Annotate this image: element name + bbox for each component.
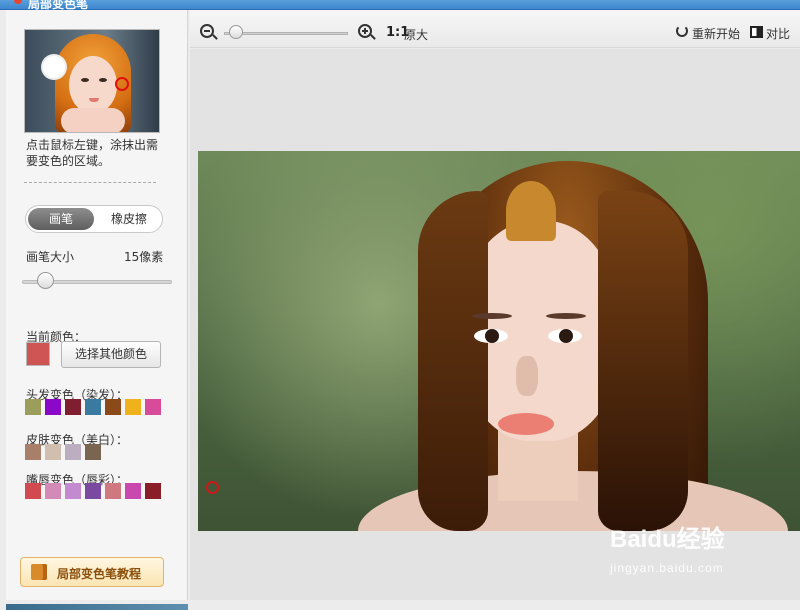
book-icon <box>31 564 47 580</box>
zoom-slider-handle[interactable] <box>229 25 244 39</box>
color-swatch[interactable] <box>105 483 121 499</box>
color-swatch[interactable] <box>105 399 121 415</box>
lips-region <box>498 413 554 435</box>
canvas-area[interactable]: Baidu经验 jingyan.baidu.com <box>190 49 800 600</box>
color-swatch[interactable] <box>85 444 101 460</box>
color-swatch[interactable] <box>65 399 81 415</box>
eraser-tool-button[interactable]: 橡皮擦 <box>96 208 162 230</box>
current-color-swatch <box>26 342 50 366</box>
watermark-logo: Baidu经验 <box>610 526 725 553</box>
photo-canvas[interactable] <box>198 151 800 531</box>
color-swatch[interactable] <box>145 483 161 499</box>
tutorial-label: 局部变色笔教程 <box>57 567 142 581</box>
zoom-in-icon[interactable] <box>358 24 372 38</box>
instruction-text: 点击鼠标左键，涂抹出需要变色的区域。 <box>26 138 159 168</box>
color-swatch[interactable] <box>45 399 61 415</box>
viewport-marker[interactable] <box>115 77 129 91</box>
app-icon <box>14 0 22 4</box>
brush-tool-button[interactable]: 画笔 <box>28 208 94 230</box>
color-swatch[interactable] <box>25 444 41 460</box>
color-swatch[interactable] <box>125 483 141 499</box>
taskbar-strip <box>6 604 188 610</box>
color-swatch[interactable] <box>145 399 161 415</box>
tool-toggle: 画笔 橡皮擦 <box>25 205 163 233</box>
divider <box>24 182 156 183</box>
compare-icon[interactable] <box>750 26 763 38</box>
hair-swatches <box>25 399 161 415</box>
brush-cursor <box>206 481 219 494</box>
zoom-out-icon[interactable] <box>200 24 214 38</box>
tutorial-button[interactable]: 局部变色笔教程 <box>20 557 164 587</box>
watermark-url: jingyan.baidu.com <box>610 561 724 575</box>
actual-size-label[interactable]: 原大 <box>404 26 428 43</box>
color-swatch[interactable] <box>85 483 101 499</box>
flower-icon <box>43 56 65 78</box>
sidebar: 点击鼠标左键，涂抹出需要变色的区域。 画笔 橡皮擦 画笔大小 15像素 当前颜色… <box>6 10 188 610</box>
brush-size-label: 画笔大小 <box>26 250 75 264</box>
restart-button[interactable]: 重新开始 <box>692 25 740 42</box>
title-bar: 局部变色笔 <box>0 0 800 11</box>
brush-size-slider-handle[interactable] <box>36 272 54 289</box>
lip-swatches <box>25 483 161 499</box>
color-swatch[interactable] <box>125 399 141 415</box>
color-swatch[interactable] <box>25 483 41 499</box>
brush-size-value: 15像素 <box>124 250 164 264</box>
color-swatch[interactable] <box>25 399 41 415</box>
color-swatch[interactable] <box>45 444 61 460</box>
choose-color-button[interactable]: 选择其他颜色 <box>61 341 161 368</box>
preview-thumbnail[interactable] <box>24 29 160 133</box>
skin-swatches <box>25 444 101 460</box>
color-swatch[interactable] <box>45 483 61 499</box>
color-swatch[interactable] <box>85 399 101 415</box>
undo-icon[interactable] <box>676 25 688 37</box>
top-toolbar: 1:1 原大 重新开始 对比 <box>190 10 800 48</box>
color-swatch[interactable] <box>65 483 81 499</box>
color-swatch[interactable] <box>65 444 81 460</box>
compare-button[interactable]: 对比 <box>766 25 790 42</box>
